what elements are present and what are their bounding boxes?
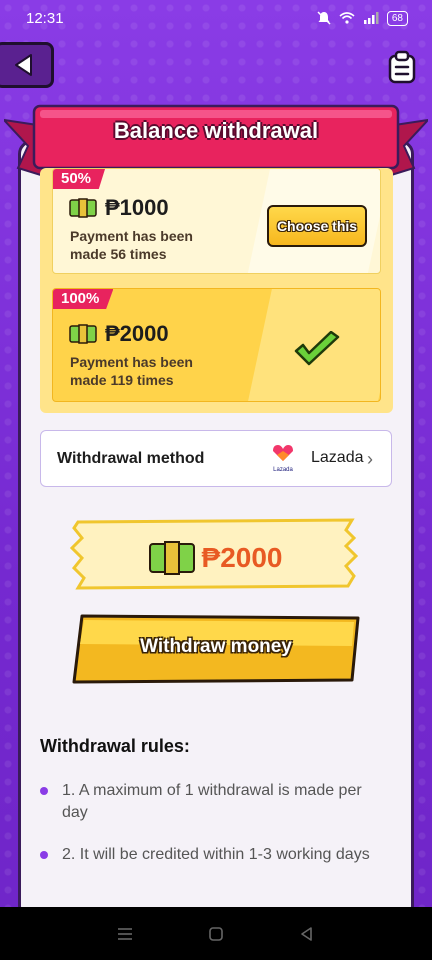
signal-icon xyxy=(363,12,379,24)
percent-badge: 50% xyxy=(53,169,106,189)
option-desc: Payment has been made 119 times xyxy=(70,354,193,388)
withdrawal-method-row[interactable]: Withdrawal method Lazada Lazada › xyxy=(40,430,392,487)
status-time: 12:31 xyxy=(26,9,64,27)
menu-icon[interactable] xyxy=(116,925,134,943)
selected-amount: ₱2000 xyxy=(201,542,283,573)
clipboard-icon[interactable] xyxy=(386,50,418,84)
back-nav-icon[interactable] xyxy=(298,925,316,943)
chevron-right-icon: › xyxy=(367,449,373,469)
option-amount: ₱1000 xyxy=(105,195,169,220)
percent-badge: 100% xyxy=(53,289,114,309)
cash-icon xyxy=(148,541,195,575)
cash-icon xyxy=(69,198,97,218)
rules-title: Withdrawal rules: xyxy=(40,736,190,756)
lazada-logo: Lazada xyxy=(273,445,294,473)
checkmark-icon xyxy=(294,331,340,366)
withdrawal-method-label: Withdrawal method xyxy=(57,449,205,467)
option-2000[interactable]: 100% ₱2000 Payment has been made 119 tim… xyxy=(52,288,381,402)
battery-indicator: 68 xyxy=(386,10,408,26)
mute-icon xyxy=(317,11,331,25)
system-nav-bar xyxy=(0,907,432,960)
withdrawal-method-value: Lazada xyxy=(311,449,364,466)
back-button[interactable] xyxy=(0,42,54,88)
page-title: Balance withdrawal xyxy=(113,118,319,143)
lazada-logo-text: Lazada xyxy=(273,467,293,473)
amount-options: 50% ₱1000 Payment has been made 56 times… xyxy=(40,168,393,413)
option-1000[interactable]: 50% ₱1000 Payment has been made 56 times… xyxy=(52,168,381,274)
withdraw-money-label: Withdraw money xyxy=(140,636,292,657)
home-icon[interactable] xyxy=(207,925,225,943)
option-desc: Payment has been made 56 times xyxy=(70,228,193,262)
option-amount: ₱2000 xyxy=(105,321,169,346)
choose-this-button[interactable]: Choose this xyxy=(267,205,367,247)
status-bar: 12:31 68 xyxy=(0,0,432,36)
rule-item: 2. It will be credited within 1-3 workin… xyxy=(40,844,380,866)
triangle-left-icon xyxy=(15,54,32,76)
rule-item: 1. A maximum of 1 withdrawal is made per… xyxy=(40,780,380,824)
cash-icon xyxy=(69,324,97,344)
wifi-icon xyxy=(339,12,355,24)
